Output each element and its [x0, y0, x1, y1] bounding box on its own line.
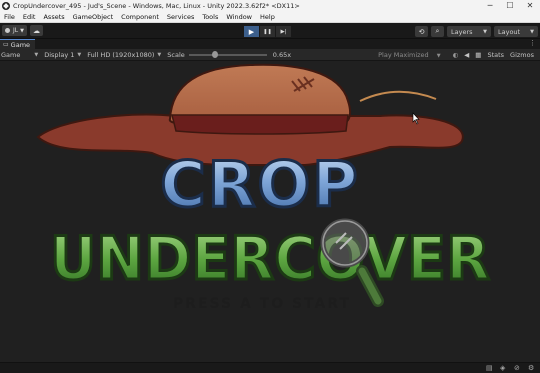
chevron-down-icon: ▼ [157, 51, 162, 58]
tab-game[interactable]: ▭ Game [0, 39, 36, 49]
playmode-controls: ▶ ❚❚ ▶| [244, 26, 292, 37]
menu-gameobject[interactable]: GameObject [69, 13, 118, 21]
network-icon[interactable]: ◈ [500, 365, 508, 372]
chevron-down-icon: ▼ [483, 28, 487, 35]
main-toolbar: JL ▼ ☁ ▶ ❚❚ ▶| ⟲ ⌕ Layers ▼ Layout ▼ [0, 23, 540, 39]
layout-label: Layout [498, 27, 521, 36]
account-label: JL [13, 27, 19, 34]
minimize-button[interactable]: ─ [480, 0, 500, 11]
scale-label: Scale [167, 50, 185, 59]
scale-slider[interactable] [188, 50, 267, 58]
game-render: CROP UNDERCOVER PRESS A TO START [36, 63, 492, 312]
cloud-icon: ☁ [32, 26, 40, 35]
unity-logo-icon [2, 1, 10, 10]
stats-button[interactable]: Stats [487, 51, 504, 59]
undo-history-button[interactable]: ⟲ [415, 26, 428, 37]
cloud-button[interactable]: ☁ [29, 25, 43, 36]
menu-bar: File Edit Assets GameObject Component Se… [0, 11, 540, 23]
mute-toggle-icon[interactable]: ◐ [453, 51, 459, 59]
history-icon: ⟲ [418, 27, 425, 36]
debug-icon[interactable]: ⊘ [514, 365, 522, 372]
scale-value: 0.65x [272, 50, 292, 59]
press-start-prompt: PRESS A TO START [173, 296, 351, 312]
window-title-bar: CropUndercover_495 - Jud's_Scene - Windo… [0, 0, 540, 11]
gizmos-button[interactable]: Gizmos [510, 51, 534, 59]
logo-undercover-text: UNDERCOVER [50, 224, 490, 294]
logo-crop-text: CROP [160, 148, 359, 221]
account-avatar-icon [5, 28, 10, 33]
game-mode-label: Game [1, 50, 21, 59]
layout-dropdown[interactable]: Layout ▼ [494, 26, 538, 37]
scale-slider-thumb[interactable] [212, 50, 219, 58]
play-maximized-label: Play Maximized [378, 51, 429, 59]
step-button[interactable]: ▶| [276, 26, 291, 37]
chevron-down-icon: ▼ [34, 51, 39, 58]
status-icons: ▤ ◈ ⊘ ⚙ [480, 365, 536, 372]
chevron-down-icon: ▼ [77, 51, 82, 58]
gamepad-icon: ▭ [3, 41, 9, 48]
menu-tools[interactable]: Tools [198, 13, 222, 21]
pause-icon: ❚❚ [263, 28, 272, 35]
chevron-down-icon: ▼ [436, 53, 441, 59]
status-bar: ▤ ◈ ⊘ ⚙ [0, 362, 540, 373]
game-viewport[interactable]: CROP UNDERCOVER PRESS A TO START [0, 61, 540, 362]
pause-button[interactable]: ❚❚ [260, 26, 275, 37]
chevron-down-icon: ▼ [20, 27, 24, 34]
play-maximized-dropdown[interactable]: Play Maximized ▼ [378, 51, 446, 59]
layers-label: Layers [451, 27, 473, 36]
resolution-dropdown[interactable]: Full HD (1920x1080) ▼ [87, 51, 161, 59]
menu-window[interactable]: Window [222, 13, 256, 21]
close-button[interactable]: ✕ [520, 0, 540, 11]
window-title: CropUndercover_495 - Jud's_Scene - Windo… [13, 1, 300, 10]
progress-icon[interactable]: ▤ [486, 365, 494, 372]
grid-toggle-icon[interactable]: ▦ [475, 51, 481, 59]
tab-strip: ▭ Game ⋮ [0, 39, 540, 49]
chevron-down-icon: ▼ [530, 28, 534, 35]
display-dropdown[interactable]: Display 1 ▼ [44, 51, 81, 59]
account-dropdown[interactable]: JL ▼ [2, 25, 27, 36]
scale-control: Scale 0.65x [167, 50, 292, 59]
menu-assets[interactable]: Assets [39, 13, 68, 21]
settings-icon[interactable]: ⚙ [528, 365, 536, 372]
search-button[interactable]: ⌕ [431, 26, 444, 37]
resolution-label: Full HD (1920x1080) [87, 50, 155, 59]
tab-game-label: Game [10, 40, 31, 49]
game-mode-dropdown[interactable]: Game ▼ [1, 51, 38, 59]
step-icon: ▶| [280, 28, 287, 35]
play-button[interactable]: ▶ [244, 26, 259, 37]
speaker-icon[interactable]: ◀ [464, 51, 469, 59]
game-view-toolbar: Game ▼ Display 1 ▼ Full HD (1920x1080) ▼… [0, 49, 540, 61]
menu-help[interactable]: Help [256, 13, 279, 21]
menu-edit[interactable]: Edit [19, 13, 40, 21]
menu-services[interactable]: Services [163, 13, 198, 21]
window-controls: ─ ☐ ✕ [480, 0, 540, 11]
tab-menu-icon[interactable]: ⋮ [529, 39, 536, 47]
maximize-button[interactable]: ☐ [500, 0, 520, 11]
menu-component[interactable]: Component [117, 13, 163, 21]
toolbar-right: ⟲ ⌕ Layers ▼ Layout ▼ [412, 26, 538, 37]
display-label: Display 1 [44, 50, 75, 59]
menu-file[interactable]: File [0, 13, 19, 21]
search-icon: ⌕ [435, 27, 440, 35]
play-icon: ▶ [248, 27, 255, 36]
layers-dropdown[interactable]: Layers ▼ [447, 26, 491, 37]
game-view-options: Play Maximized ▼ ◐ ◀ ▦ Stats Gizmos [378, 49, 540, 61]
